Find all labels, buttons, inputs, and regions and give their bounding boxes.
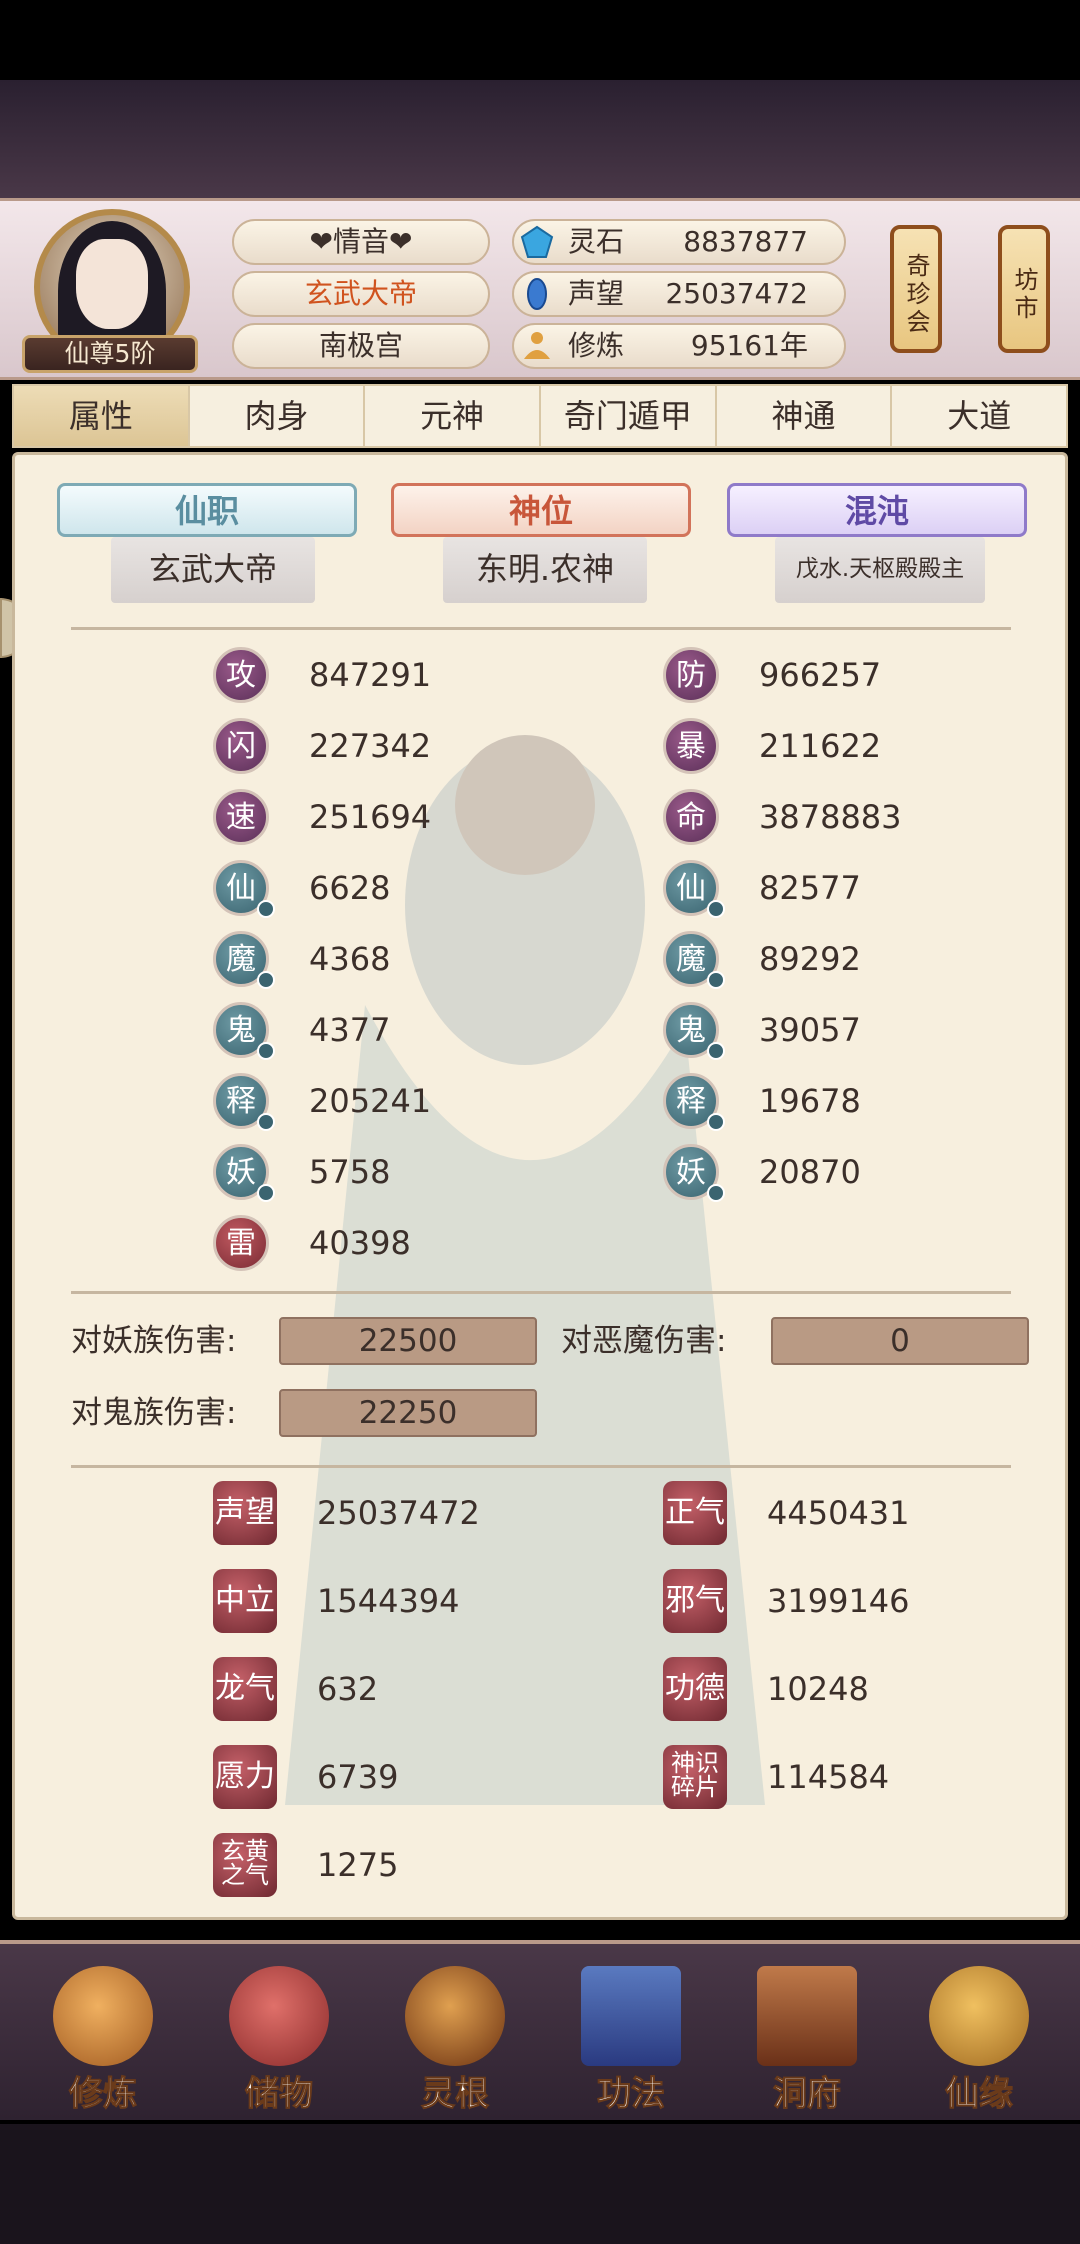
nav-spirit-root[interactable]: 灵根 bbox=[380, 1962, 530, 2115]
attack-mark-icon bbox=[257, 971, 275, 989]
tab-spirit[interactable]: 元神 bbox=[365, 386, 542, 446]
shield-mark-icon bbox=[707, 1184, 725, 1202]
treasure-fair-lantern[interactable]: 奇珍会 bbox=[890, 225, 942, 353]
character-header: 仙尊5阶 ❤情音❤ 玄武大帝 南极宫 灵石 8837877 声望 2503747… bbox=[0, 198, 1080, 380]
attack-mark-icon bbox=[257, 1113, 275, 1131]
market-lantern[interactable]: 坊市 bbox=[998, 225, 1050, 353]
bottom-nav: 修炼 储物 灵根 功法 洞府 仙缘 bbox=[0, 1940, 1080, 2120]
rank-badge: 仙尊5阶 bbox=[22, 335, 198, 373]
damage-vs-yao-value: 22500 bbox=[279, 1317, 537, 1365]
reputation-icon bbox=[527, 278, 547, 310]
attack-mark-icon bbox=[257, 1184, 275, 1202]
hundun-ribbon: 混沌 bbox=[727, 483, 1027, 537]
shield-mark-icon bbox=[707, 971, 725, 989]
meditate-icon bbox=[524, 332, 550, 359]
shenwei-ribbon: 神位 bbox=[391, 483, 691, 537]
nav-fortune[interactable]: 仙缘 bbox=[904, 1962, 1054, 2115]
storage-bag-icon bbox=[229, 1966, 329, 2066]
shield-mark-icon bbox=[707, 1042, 725, 1060]
resource-spirit-stone: 灵石 8837877 bbox=[512, 219, 846, 265]
damage-vs-demon-value: 0 bbox=[771, 1317, 1029, 1365]
attack-mark-icon bbox=[257, 1042, 275, 1060]
tab-body[interactable]: 肉身 bbox=[190, 386, 366, 446]
tab-dao[interactable]: 大道 bbox=[892, 386, 1066, 446]
section-divider bbox=[71, 1291, 1011, 1294]
cave-mansion-icon bbox=[757, 1966, 857, 2066]
damage-vs-ghost-label: 对鬼族伤害: bbox=[71, 1395, 237, 1431]
nav-cave-mansion[interactable]: 洞府 bbox=[732, 1962, 882, 2115]
section-divider bbox=[71, 1465, 1011, 1468]
shield-mark-icon bbox=[707, 900, 725, 918]
cultivation-icon bbox=[53, 1966, 153, 2066]
attribute-panel: 仙职 玄武大帝 神位 东明.农神 混沌 戊水.天枢殿殿主 攻 847291 闪 22… bbox=[12, 452, 1068, 1920]
player-name: ❤情音❤ bbox=[232, 219, 490, 265]
tab-qimen[interactable]: 奇门遁甲 bbox=[541, 386, 717, 446]
avatar-face bbox=[76, 239, 148, 329]
nav-technique[interactable]: 功法 bbox=[556, 1962, 706, 2115]
shield-mark-icon bbox=[707, 1113, 725, 1131]
bottom-decor-band bbox=[0, 2124, 1080, 2244]
spirit-root-icon bbox=[405, 1966, 505, 2066]
player-title: 玄武大帝 bbox=[232, 271, 490, 317]
top-decor-band bbox=[0, 80, 1080, 200]
shenwei-value: 东明.农神 bbox=[443, 537, 647, 603]
tab-magic[interactable]: 神通 bbox=[717, 386, 893, 446]
damage-vs-yao-label: 对妖族伤害: bbox=[71, 1323, 237, 1359]
hundun-value: 戊水.天枢殿殿主 bbox=[775, 537, 985, 603]
resource-reputation: 声望 25037472 bbox=[512, 271, 846, 317]
nav-cultivation[interactable]: 修炼 bbox=[28, 1962, 178, 2115]
attribute-tabs: 属性 肉身 元神 奇门遁甲 神通 大道 bbox=[12, 384, 1068, 448]
damage-vs-ghost-value: 22250 bbox=[279, 1389, 537, 1437]
attack-mark-icon bbox=[257, 900, 275, 918]
damage-vs-demon-label: 对恶魔伤害: bbox=[561, 1323, 727, 1359]
spirit-stone-icon bbox=[520, 225, 554, 258]
gourd-icon bbox=[929, 1966, 1029, 2066]
game-screen: 仙尊5阶 ❤情音❤ 玄武大帝 南极宫 灵石 8837877 声望 2503747… bbox=[0, 0, 1080, 2244]
nav-storage[interactable]: 储物 bbox=[204, 1962, 354, 2115]
player-palace: 南极宫 bbox=[232, 323, 490, 369]
scripture-book-icon bbox=[581, 1966, 681, 2066]
xianzhi-ribbon: 仙职 bbox=[57, 483, 357, 537]
resource-cultivation: 修炼 95161年 bbox=[512, 323, 846, 369]
section-divider bbox=[71, 627, 1011, 630]
xianzhi-value: 玄武大帝 bbox=[111, 537, 315, 603]
tab-attributes[interactable]: 属性 bbox=[14, 386, 190, 446]
